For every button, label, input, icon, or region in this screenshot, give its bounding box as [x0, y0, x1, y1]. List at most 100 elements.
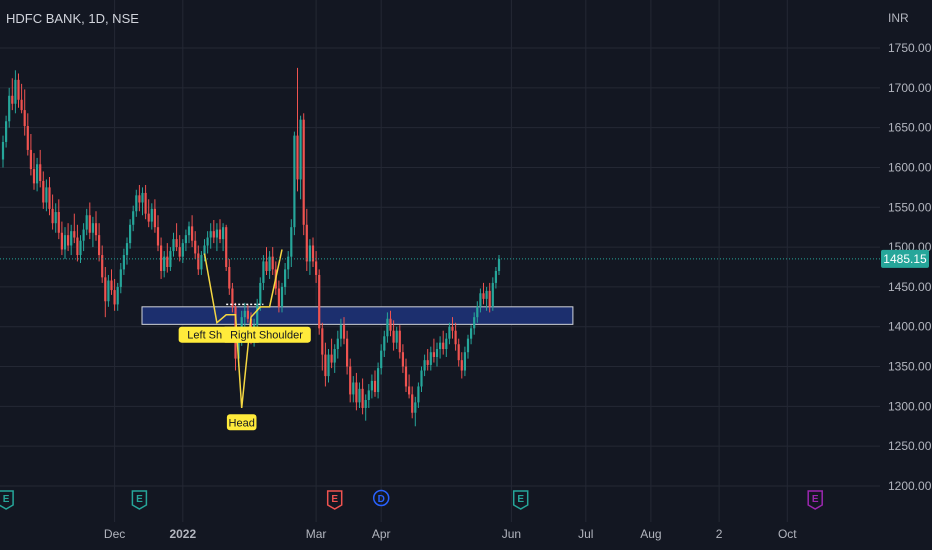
candle-body [73, 231, 76, 238]
chart-root[interactable]: Left Shoulder Right Shoulder Head EEEDEE 1… [0, 0, 932, 550]
candle-body [392, 330, 395, 343]
candle [302, 113, 305, 236]
candle-body [330, 354, 333, 363]
candle-body [147, 213, 150, 222]
candle-body [200, 255, 203, 270]
candle-body [23, 110, 26, 127]
candle-body [336, 338, 339, 350]
candle-body [228, 267, 231, 289]
candle-body [94, 223, 98, 236]
candle-body [42, 180, 45, 203]
y-tick-label: 1400.00 [888, 320, 932, 334]
candle-body [29, 149, 32, 170]
candle-body [290, 227, 293, 257]
candle [318, 269, 321, 335]
candle-body [141, 192, 144, 203]
y-tick-label: 1200.00 [888, 479, 932, 493]
candle-body [36, 164, 39, 184]
event-letter: E [517, 494, 524, 505]
candle-body [54, 212, 57, 224]
candle-body [463, 352, 466, 371]
candle-body [194, 240, 197, 254]
candle-body [110, 280, 113, 291]
pattern-label: Right Shoulder [222, 326, 311, 343]
candle-body [197, 253, 200, 270]
candle-body [299, 119, 302, 180]
candle-body [57, 212, 60, 233]
candle-body [315, 261, 318, 275]
candle-body [491, 282, 494, 307]
x-tick-label: Aug [640, 527, 661, 541]
candle-body [277, 288, 280, 307]
price-chart[interactable]: Left ShoulderRight ShoulderHead EEEDEE 1… [0, 0, 932, 550]
candle-body [432, 352, 435, 357]
candle-body [122, 255, 125, 270]
candle-body [380, 350, 383, 369]
candle-body [144, 192, 147, 214]
candle-body [417, 386, 420, 403]
candle-body [265, 261, 268, 271]
candle-body [107, 280, 110, 302]
candle-body [76, 237, 79, 256]
candle-body [101, 255, 104, 278]
candle-body [163, 256, 166, 271]
candle-body [439, 342, 442, 350]
candle-body [324, 354, 327, 377]
x-tick-label: Apr [372, 527, 391, 541]
candle-body [383, 336, 386, 351]
candle-body [476, 306, 479, 318]
candle-body [404, 366, 408, 387]
pattern-label: Head [226, 414, 257, 431]
candle-body [346, 338, 349, 367]
candle-body [448, 326, 451, 339]
candle-body [423, 360, 426, 371]
candle-body [91, 223, 94, 233]
candle-body [11, 95, 14, 104]
candle-body [85, 215, 88, 230]
x-tick-label: Oct [778, 527, 797, 541]
candle-body [373, 380, 377, 393]
candle-body [296, 135, 299, 180]
candle-body [14, 79, 17, 104]
candle-body [420, 370, 423, 387]
candle-body [113, 290, 116, 305]
candle-body [116, 286, 119, 305]
candle-body [246, 310, 249, 319]
candle-body [215, 229, 218, 238]
candle-body [445, 338, 448, 350]
candle-body [482, 293, 485, 299]
support-zone [141, 306, 574, 325]
currency-label: INR [888, 11, 909, 25]
candle-body [39, 164, 42, 181]
candle-body [305, 224, 308, 262]
candle-body [129, 224, 132, 244]
candle-body [156, 227, 160, 246]
y-tick-label: 1750.00 [888, 41, 932, 55]
candle-body [485, 290, 488, 299]
candle-body [457, 344, 460, 361]
candle-body [466, 338, 470, 353]
candle-body [367, 390, 370, 400]
y-tick-label: 1450.00 [888, 280, 932, 294]
candle-body [442, 342, 445, 350]
x-tick-label: Dec [104, 527, 125, 541]
candle-body [352, 382, 355, 395]
candle-body [401, 352, 404, 367]
x-tick-label: Jul [578, 527, 593, 541]
y-tick-label: 1650.00 [888, 121, 932, 135]
candle-body [479, 293, 482, 307]
candle-body [26, 126, 29, 150]
candle-body [153, 208, 156, 228]
candle-body [1, 141, 5, 160]
candle-body [104, 277, 107, 302]
candle-body [125, 243, 129, 256]
candle-body [395, 330, 398, 343]
y-tick-label: 1350.00 [888, 360, 932, 374]
candle-body [377, 368, 380, 393]
candle-body [178, 247, 181, 257]
candle-body [82, 229, 85, 241]
candle-body [318, 274, 321, 329]
candle-body [119, 269, 122, 287]
candle-body [48, 187, 51, 209]
candle-body [135, 195, 138, 212]
